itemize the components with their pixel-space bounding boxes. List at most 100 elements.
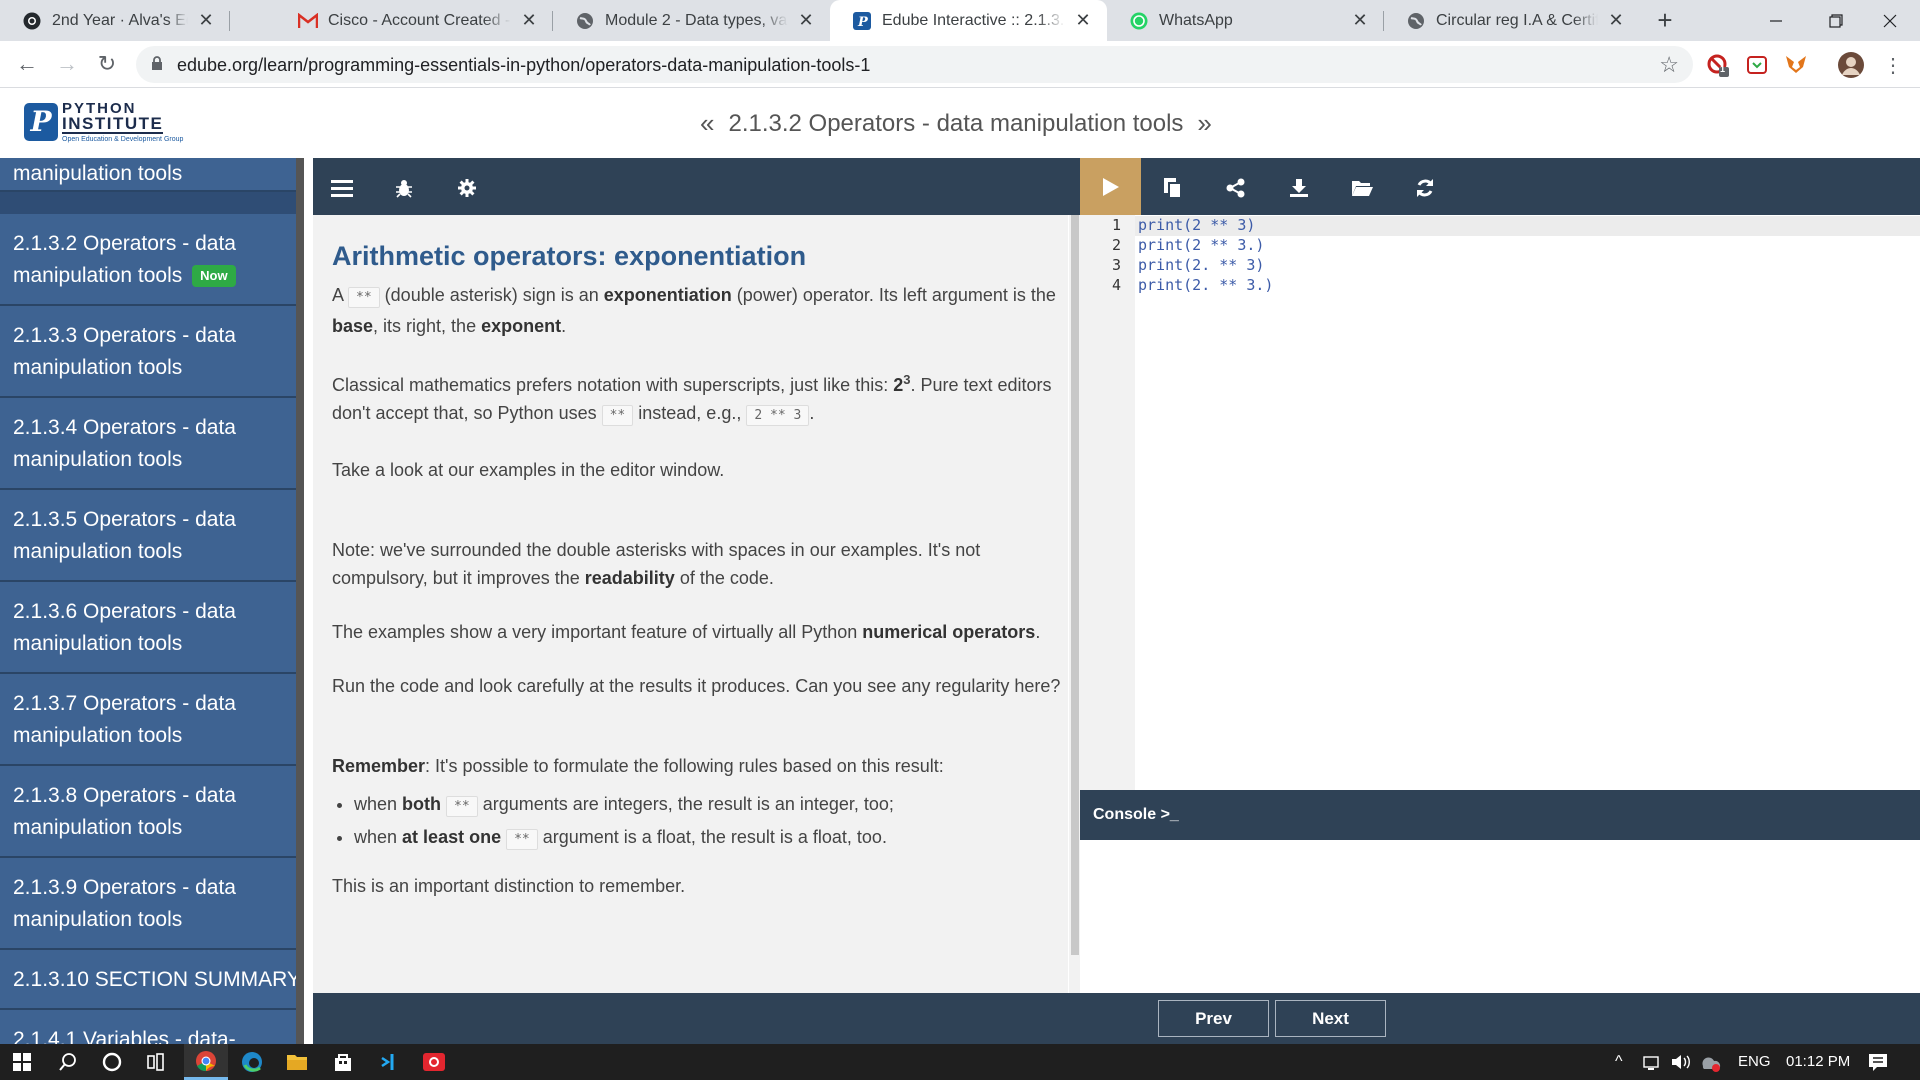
sidebar-item-label: 2.1.3.6 Operators - data manipulation to…	[13, 600, 236, 655]
reload-icon[interactable]: ↻	[90, 47, 124, 81]
code-line[interactable]: print(2 ** 3)	[1138, 216, 1255, 234]
vscode-taskbar-icon[interactable]	[366, 1044, 410, 1080]
line-number: 2	[1111, 236, 1121, 254]
lock-icon	[151, 56, 163, 76]
bug-report-icon[interactable]	[391, 175, 417, 201]
tab-close-icon[interactable]: ✕	[796, 10, 816, 31]
bookmark-star-icon[interactable]: ☆	[1659, 52, 1679, 78]
code-line[interactable]: print(2 ** 3.)	[1138, 236, 1264, 254]
python-institute-logo[interactable]: P PYTHON INSTITUTE Open Education & Deve…	[24, 100, 184, 146]
sidebar-item-2-1-3-8[interactable]: 2.1.3.8 Operators - data manipulation to…	[0, 766, 302, 858]
code-line[interactable]: print(2. ** 3)	[1138, 256, 1264, 274]
course-outline-sidebar[interactable]: manipulation tools 2.1.3.2 Operators - d…	[0, 158, 304, 1044]
app-taskbar-icon[interactable]	[412, 1044, 456, 1080]
url-text: edube.org/learn/programming-essentials-i…	[177, 55, 871, 75]
download-icon[interactable]	[1286, 175, 1312, 201]
tray-chevron-up-icon[interactable]: ^	[1615, 1053, 1623, 1071]
tab-close-icon[interactable]: ✕	[196, 10, 216, 31]
open-folder-icon[interactable]	[1349, 175, 1375, 201]
inline-code: **	[348, 287, 380, 308]
bold-text: numerical operators	[862, 622, 1036, 642]
window-close-icon[interactable]	[1860, 0, 1920, 41]
browser-menu-icon[interactable]: ⋮	[1880, 52, 1906, 78]
browser-tab-circular[interactable]: Circular reg I.A & Certificatio ✕	[1384, 0, 1640, 41]
previous-lesson-chevron-icon[interactable]: «	[700, 108, 714, 139]
lesson-title-bar: « 2.1.3.2 Operators - data manipulation …	[700, 108, 1212, 139]
address-bar[interactable]: edube.org/learn/programming-essentials-i…	[136, 46, 1693, 83]
sidebar-item-2-1-3-5[interactable]: 2.1.3.5 Operators - data manipulation to…	[0, 490, 302, 582]
browser-tab-github[interactable]: 2nd Year · Alva's Education Fo ✕	[0, 0, 230, 41]
tab-close-icon[interactable]: ✕	[1606, 10, 1626, 31]
logo-mark: P	[24, 103, 58, 141]
tab-close-icon[interactable]: ✕	[519, 10, 539, 31]
next-button[interactable]: Next	[1275, 1000, 1386, 1037]
browser-tab-module2[interactable]: Module 2 - Data types, variab ✕	[553, 0, 830, 41]
sidebar-item-2-1-3-7[interactable]: 2.1.3.7 Operators - data manipulation to…	[0, 674, 302, 766]
content-scrollbar-thumb[interactable]	[1071, 215, 1079, 955]
reset-refresh-icon[interactable]	[1412, 175, 1438, 201]
content-heading: Arithmetic operators: exponentiation	[332, 241, 807, 271]
network-icon[interactable]	[1643, 1055, 1663, 1075]
minimize-icon[interactable]	[1746, 0, 1806, 41]
text: (power) operator. Its left argument is t…	[731, 285, 1056, 305]
cortana-icon[interactable]	[90, 1044, 134, 1080]
edge-taskbar-icon[interactable]	[230, 1044, 274, 1080]
forward-arrow-icon[interactable]: →	[50, 47, 84, 81]
language-indicator[interactable]: ENG	[1738, 1053, 1771, 1070]
security-alert-icon[interactable]	[1700, 1054, 1722, 1076]
tab-close-icon[interactable]: ✕	[1350, 10, 1370, 31]
volume-icon[interactable]	[1671, 1054, 1691, 1074]
browser-tab-gmail[interactable]: Cisco - Account Created - jyo ✕	[276, 0, 553, 41]
sidebar-item-2-1-3-2[interactable]: 2.1.3.2 Operators - data manipulation to…	[0, 214, 302, 306]
content-scrollbar[interactable]	[1069, 215, 1080, 993]
new-tab-plus-icon[interactable]: +	[1650, 6, 1680, 36]
settings-gear-icon[interactable]	[454, 175, 480, 201]
tab-title: WhatsApp	[1159, 11, 1233, 29]
prev-button[interactable]: Prev	[1158, 1000, 1269, 1037]
inline-code: 2 ** 3	[746, 405, 810, 426]
extension-blocker-icon[interactable]: 1	[1705, 52, 1731, 78]
lesson-nav-bar: Prev Next	[313, 993, 1920, 1044]
clock-time[interactable]: 01:12 PM	[1786, 1053, 1850, 1070]
logo-text-institute: INSTITUTE	[62, 114, 164, 134]
sidebar-item-2-1-3-1[interactable]: manipulation tools	[0, 158, 302, 192]
restore-icon[interactable]	[1806, 0, 1866, 41]
tab-close-icon[interactable]: ✕	[1073, 10, 1093, 31]
run-button[interactable]	[1080, 158, 1141, 215]
next-lesson-chevron-icon[interactable]: »	[1197, 108, 1211, 139]
text: A	[332, 285, 349, 305]
sidebar-item-2-1-3-4[interactable]: 2.1.3.4 Operators - data manipulation to…	[0, 398, 302, 490]
notifications-icon[interactable]	[1868, 1052, 1888, 1076]
sidebar-item-2-1-3-3[interactable]: 2.1.3.3 Operators - data manipulation to…	[0, 306, 302, 398]
extension-pocket-icon[interactable]	[1744, 52, 1770, 78]
sidebar-item-label: 2.1.3.7 Operators - data manipulation to…	[13, 692, 236, 747]
sidebar-item-2-1-4-1[interactable]: 2.1.4.1 Variables - data-	[0, 1010, 302, 1044]
search-icon[interactable]	[46, 1044, 90, 1080]
sidebar-item-2-1-3-9[interactable]: 2.1.3.9 Operators - data manipulation to…	[0, 858, 302, 950]
text: (double asterisk) sign is an	[379, 285, 604, 305]
code-line[interactable]: print(2. ** 3.)	[1138, 276, 1273, 294]
file-explorer-icon[interactable]	[275, 1044, 319, 1080]
copy-icon[interactable]	[1160, 175, 1186, 201]
extension-metamask-icon[interactable]	[1783, 52, 1809, 78]
store-icon[interactable]	[321, 1044, 365, 1080]
sidebar-item-2-1-3-6[interactable]: 2.1.3.6 Operators - data manipulation to…	[0, 582, 302, 674]
sidebar-scrollbar[interactable]	[296, 158, 304, 1044]
code-editor[interactable]: print(2 ** 3) print(2 ** 3.) print(2. **…	[1135, 215, 1920, 790]
share-icon[interactable]	[1223, 175, 1249, 201]
console-output[interactable]	[1080, 840, 1920, 993]
text: arguments are integers, the result is an…	[477, 794, 894, 814]
profile-avatar[interactable]	[1838, 52, 1864, 78]
back-arrow-icon[interactable]: ←	[10, 47, 44, 81]
text: .	[561, 316, 567, 336]
chrome-taskbar-icon[interactable]	[184, 1044, 228, 1080]
tab-title: 2nd Year · Alva's Education Fo	[52, 11, 188, 29]
sidebar-item-2-1-3-10[interactable]: 2.1.3.10 SECTION SUMMARY	[0, 950, 302, 1010]
windows-start-icon[interactable]	[0, 1044, 44, 1080]
play-icon	[1102, 177, 1119, 196]
browser-tab-edube-active[interactable]: P Edube Interactive :: 2.1.3.2 Op ✕	[830, 0, 1107, 41]
task-view-icon[interactable]	[134, 1044, 178, 1080]
site-header: P PYTHON INSTITUTE Open Education & Deve…	[0, 89, 1920, 158]
hamburger-menu-icon[interactable]	[329, 175, 355, 201]
browser-tab-whatsapp[interactable]: WhatsApp ✕	[1107, 0, 1384, 41]
